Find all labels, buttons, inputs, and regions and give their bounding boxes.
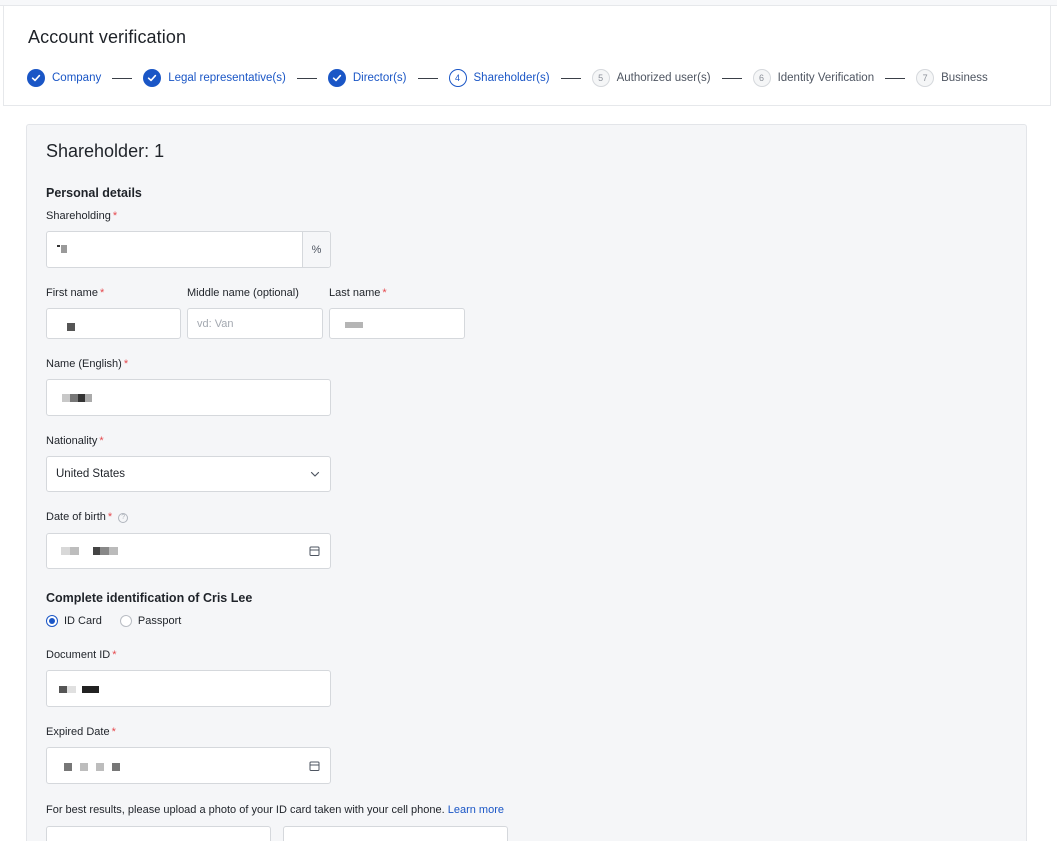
first-name-label-text: First name (46, 287, 98, 299)
required-mark: * (111, 726, 116, 738)
masked-value (345, 322, 363, 328)
masked-value (67, 323, 75, 331)
identification-heading: Complete identification of Cris Lee (46, 591, 253, 605)
personal-details-heading: Personal details (46, 186, 142, 200)
id-card-label: ID Card (64, 615, 102, 627)
learn-more-link[interactable]: Learn more (448, 804, 504, 816)
stepper: Company Legal representative(s) Director… (27, 68, 988, 88)
step-identity-verification[interactable]: 6 Identity Verification (752, 69, 875, 87)
step-number: 7 (916, 69, 935, 87)
calendar-icon[interactable] (309, 760, 320, 771)
step-connector (560, 77, 581, 79)
step-legal-representatives[interactable]: Legal representative(s) (143, 69, 286, 87)
required-mark: * (99, 287, 105, 299)
chevron-down-icon (310, 471, 320, 477)
step-label: Identity Verification (777, 72, 875, 84)
last-name-label-text: Last name (329, 287, 381, 299)
dob-label: Date of birth *? (46, 511, 129, 523)
step-label: Director(s) (352, 72, 407, 84)
step-number: 4 (448, 69, 467, 87)
check-icon (327, 69, 346, 87)
expired-date-label: Expired Date * (46, 726, 116, 738)
required-mark: * (382, 287, 387, 299)
upload-hint-text: For best results, please upload a photo … (46, 804, 445, 816)
shareholding-label: Shareholding * (46, 210, 117, 222)
upload-back-box[interactable] (283, 826, 508, 841)
required-mark: * (112, 210, 118, 222)
document-id-label-text: Document ID (46, 649, 111, 661)
step-connector (417, 77, 438, 79)
masked-value (61, 547, 118, 555)
name-english-input[interactable] (46, 379, 331, 416)
step-connector (296, 77, 317, 79)
shareholder-form-panel: Shareholder: 1 Personal details Sharehol… (26, 124, 1027, 841)
first-name-label: First name * (46, 287, 104, 299)
check-icon (27, 69, 45, 87)
step-business[interactable]: 7 Business (916, 69, 988, 87)
step-directors[interactable]: Director(s) (327, 69, 407, 87)
step-label: Legal representative(s) (168, 72, 286, 84)
step-authorized-users[interactable]: 5 Authorized user(s) (591, 69, 711, 87)
masked-value (57, 245, 67, 253)
calendar-icon[interactable] (309, 546, 320, 557)
document-id-label: Document ID * (46, 649, 116, 661)
step-connector (721, 77, 742, 79)
required-mark: * (112, 649, 117, 661)
expired-date-label-text: Expired Date (46, 726, 110, 738)
nationality-value: United States (56, 468, 126, 480)
middle-name-input[interactable]: vd: Van (187, 308, 323, 339)
page-title: Account verification (28, 27, 187, 47)
nationality-select[interactable]: United States (46, 456, 331, 492)
required-mark: * (99, 435, 104, 447)
step-label: Shareholder(s) (473, 72, 550, 84)
step-label: Authorized user(s) (616, 72, 711, 84)
shareholding-label-text: Shareholding (46, 210, 111, 222)
page-header: Account verification Company Legal repre… (3, 6, 1051, 106)
nationality-label-text: Nationality (46, 435, 98, 447)
id-card-radio[interactable] (46, 615, 58, 627)
passport-radio[interactable] (119, 615, 132, 627)
document-id-input[interactable] (46, 670, 331, 707)
step-shareholders[interactable]: 4 Shareholder(s) (448, 69, 550, 87)
middle-name-label: Middle name (optional) (187, 287, 299, 299)
masked-value (64, 763, 120, 771)
nationality-label: Nationality * (46, 435, 104, 447)
first-name-input[interactable] (46, 308, 181, 339)
percent-suffix: % (302, 232, 330, 267)
masked-value (59, 686, 99, 693)
required-mark: * (123, 358, 129, 370)
masked-value (62, 394, 92, 402)
dob-label-text: Date of birth (46, 511, 106, 523)
passport-label: Passport (137, 615, 182, 627)
check-icon (143, 69, 162, 87)
upload-front-box[interactable] (46, 826, 271, 841)
step-label: Business (941, 72, 988, 84)
middle-name-placeholder: vd: Van (197, 317, 234, 330)
required-mark: * (107, 511, 113, 523)
step-connector (885, 77, 906, 79)
step-number: 5 (591, 69, 610, 87)
last-name-label: Last name * (329, 287, 387, 299)
shareholding-input[interactable]: % (46, 231, 331, 268)
step-company[interactable]: Company (27, 69, 101, 87)
form-title: Shareholder: 1 (46, 141, 165, 161)
name-english-label: Name (English) * (46, 358, 128, 370)
upload-hint: For best results, please upload a photo … (46, 804, 504, 816)
dob-input[interactable] (46, 533, 331, 569)
step-connector (112, 77, 133, 79)
last-name-input[interactable] (329, 308, 465, 339)
name-english-label-text: Name (English) (46, 358, 122, 370)
id-type-radio-group: ID Card Passport (46, 615, 181, 627)
expired-date-input[interactable] (46, 747, 331, 784)
step-number: 6 (752, 69, 771, 87)
help-circle-icon[interactable]: ? (118, 513, 129, 523)
step-label: Company (52, 72, 102, 84)
